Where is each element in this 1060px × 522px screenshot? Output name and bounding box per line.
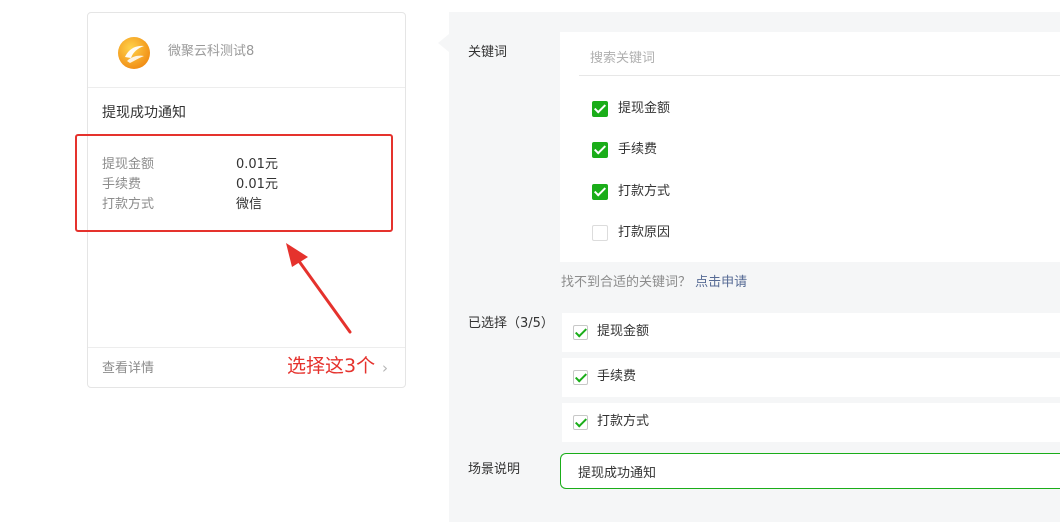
selected-keyword-label: 手续费 [597,369,637,384]
selected-keyword-label: 打款方式 [597,414,650,429]
selected-keyword-item[interactable]: 手续费 [562,358,1060,397]
keyword-option[interactable]: 手续费 [592,142,892,160]
chevron-right-icon: › [382,359,388,377]
keyword-option-label: 打款原因 [618,225,671,240]
annotation-arrow-icon [286,243,352,334]
template-title: 提现成功通知 [102,105,186,121]
preview-header: 微聚云科测试8 [88,13,405,88]
checkmark-icon[interactable] [573,415,588,430]
view-details-link[interactable]: 查看详情 [102,360,154,378]
checkmark-icon[interactable] [573,370,588,385]
apply-keyword-link[interactable]: 点击申请 [695,275,747,290]
brand-logo-icon [118,37,150,69]
keyword-label: 关键词 [468,45,508,60]
keyword-option[interactable]: 打款原因 [592,225,892,243]
checkbox-checked-icon[interactable] [592,101,608,117]
checkmark-icon[interactable] [573,325,588,340]
brand-name: 微聚云科测试8 [168,44,255,59]
scene-label: 场景说明 [468,462,521,477]
selected-keyword-item[interactable]: 提现金额 [562,313,1060,352]
checkbox-unchecked-icon[interactable] [592,225,608,241]
keyword-option-label: 打款方式 [618,184,671,199]
keyword-option[interactable]: 提现金额 [592,101,892,119]
keyword-hint: 找不到合适的关键词？ 点击申请 [561,273,747,293]
keyword-option-label: 手续费 [618,142,658,157]
checkbox-checked-icon[interactable] [592,184,608,200]
keyword-search-input[interactable] [579,42,1060,76]
panel-pointer [438,34,449,52]
annotation-text: 选择这3个 [287,355,376,377]
checkbox-checked-icon[interactable] [592,142,608,158]
annotation-highlight-box [75,134,393,232]
selected-keyword-label: 提现金额 [597,324,650,339]
selected-keyword-item[interactable]: 打款方式 [562,403,1060,442]
keyword-option-label: 提现金额 [618,101,671,116]
scene-description-input[interactable] [560,453,1060,489]
keyword-option[interactable]: 打款方式 [592,184,892,202]
hint-text: 找不到合适的关键词？ [561,275,692,290]
selected-label: 已选择（3/5） [468,316,554,331]
